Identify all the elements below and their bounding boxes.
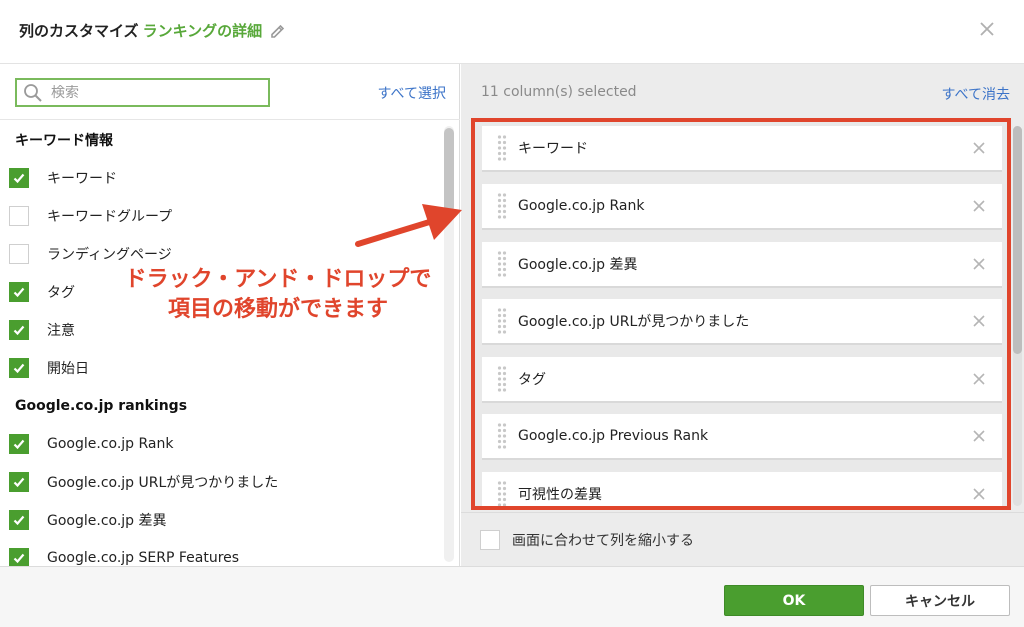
option-label: キーワードグループ [47,209,173,225]
option-start-date[interactable]: 開始日 [0,349,442,387]
checkbox-checked[interactable] [9,434,29,454]
remove-column-icon[interactable] [970,370,988,388]
remove-column-icon[interactable] [970,485,988,503]
drag-handle-icon[interactable] [497,422,507,450]
annotation-line-1: ドラック・アンド・ドロップで [124,267,432,292]
left-scrollbar[interactable] [444,126,454,562]
drag-handle-icon[interactable] [497,365,507,393]
drag-handle-icon[interactable] [497,192,507,220]
selected-column-item[interactable]: タグ [482,357,1002,403]
dialog-title: 列のカスタマイズ ランキングの詳細 [19,20,286,41]
option-google-rank[interactable]: Google.co.jp Rank [0,425,442,463]
checkbox-checked[interactable] [9,168,29,188]
remove-column-icon[interactable] [970,197,988,215]
option-label: 開始日 [47,361,89,377]
drag-handle-icon[interactable] [497,250,507,278]
column-options-list: キーワード情報 キーワード キーワードグループ ランディングページ タグ 注意 … [0,121,442,566]
remove-column-icon[interactable] [970,139,988,157]
drag-handle-icon[interactable] [497,480,507,508]
dialog-title-text: 列のカスタマイズ [19,22,139,40]
selected-count: 11 column(s) selected [481,84,637,100]
option-label: キーワード [47,171,117,187]
checkbox-checked[interactable] [9,282,29,302]
option-label: タグ [47,285,75,301]
option-label: 注意 [47,323,75,339]
annotation-line-2: 項目の移動ができます [167,297,388,322]
option-label: ランディングページ [47,247,172,263]
drag-handle-icon[interactable] [497,134,507,162]
selected-column-label: タグ [518,372,546,388]
selected-columns-panel: 11 column(s) selected すべて消去 キーワード Google… [461,64,1024,566]
group-title-google-rankings: Google.co.jp rankings [15,398,188,414]
search-bar: すべて選択 [0,64,460,120]
drag-drop-annotation: ドラック・アンド・ドロップで 項目の移動ができます [96,265,460,325]
ok-button[interactable]: OK [724,585,864,616]
checkbox-unchecked[interactable] [9,206,29,226]
dialog-subtitle: ランキングの詳細 [142,22,263,40]
search-box[interactable] [15,78,270,107]
search-icon [24,83,42,102]
option-keyword[interactable]: キーワード [0,159,442,197]
option-label: Google.co.jp SERP Features [47,550,240,566]
selected-column-label: Google.co.jp Previous Rank [518,428,709,444]
right-scrollbar[interactable] [1013,126,1022,506]
close-icon[interactable] [976,18,998,40]
selected-column-item[interactable]: 可視性の差異 [482,472,1002,508]
selected-column-label: 可視性の差異 [518,487,602,503]
selected-column-item[interactable]: Google.co.jp URLが見つかりました [482,299,1002,345]
selected-column-label: Google.co.jp URLが見つかりました [518,314,750,330]
checkbox-checked[interactable] [9,510,29,530]
shrink-to-fit-checkbox[interactable] [480,529,500,550]
option-google-diff[interactable]: Google.co.jp 差異 [0,501,442,539]
option-label: Google.co.jp 差異 [47,513,167,529]
selected-column-item[interactable]: Google.co.jp Previous Rank [482,414,1002,460]
checkbox-checked[interactable] [9,320,29,340]
shrink-to-fit-label: 画面に合わせて列を縮小する [512,532,694,549]
checkbox-checked[interactable] [9,472,29,492]
right-scrollbar-thumb[interactable] [1013,126,1022,354]
checkbox-unchecked[interactable] [9,244,29,264]
selected-column-item[interactable]: キーワード [482,126,1002,172]
remove-column-icon[interactable] [970,255,988,273]
drag-handle-icon[interactable] [497,307,507,335]
selected-column-label: Google.co.jp Rank [518,198,645,214]
selected-column-item[interactable]: Google.co.jp 差異 [482,242,1002,288]
selected-column-label: キーワード [518,141,588,157]
checkbox-checked[interactable] [9,358,29,378]
option-google-url-found[interactable]: Google.co.jp URLが見つかりました [0,463,442,501]
pencil-icon[interactable] [270,23,286,39]
option-label: Google.co.jp URLが見つかりました [47,475,279,491]
selected-column-item[interactable]: Google.co.jp Rank [482,184,1002,230]
cancel-button[interactable]: キャンセル [870,585,1010,616]
dialog-header: 列のカスタマイズ ランキングの詳細 [0,0,1024,64]
remove-column-icon[interactable] [970,312,988,330]
search-input[interactable] [51,84,241,101]
checkbox-checked[interactable] [9,548,29,566]
option-label: Google.co.jp Rank [47,436,174,452]
group-title-keyword-info: キーワード情報 [15,133,113,149]
selected-column-label: Google.co.jp 差異 [518,257,638,273]
select-all-link[interactable]: すべて選択 [378,83,446,103]
option-google-serp-features[interactable]: Google.co.jp SERP Features [0,539,442,566]
selected-columns-header: 11 column(s) selected すべて消去 [461,64,1024,120]
clear-all-link[interactable]: すべて消去 [942,84,1010,104]
shrink-to-fit-row[interactable]: 画面に合わせて列を縮小する [461,512,1024,566]
remove-column-icon[interactable] [970,427,988,445]
annotation-arrow-icon [355,204,462,247]
selected-columns-list: キーワード Google.co.jp Rank Google.co.jp 差異 … [471,118,1011,510]
dialog-footer: OK キャンセル [0,566,1024,627]
